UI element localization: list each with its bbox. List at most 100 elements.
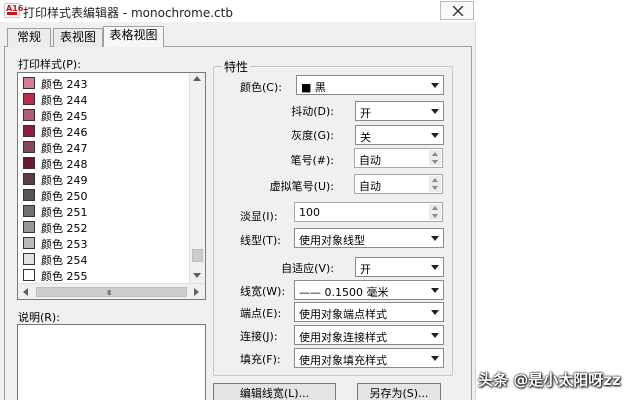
chevron-down-icon — [431, 109, 439, 114]
screening-spinner[interactable]: 100 — [294, 202, 443, 222]
tab-general[interactable]: 常规 — [7, 28, 51, 47]
color-swatch — [23, 141, 35, 153]
virtual-pen-label: 虚拟笔号(U): — [269, 180, 334, 193]
style-name: 颜色 248 — [41, 158, 88, 171]
spin-up-icon[interactable] — [429, 150, 441, 158]
adaptive-dropdown[interactable]: 开 — [355, 257, 444, 277]
list-item[interactable]: 颜色 255 — [21, 267, 188, 283]
screening-label: 淡显(I): — [240, 210, 278, 223]
description-field[interactable] — [17, 324, 206, 400]
virtual-pen-spinner[interactable]: 自动 — [354, 174, 443, 194]
joinstyle-value: 使用对象连接样式 — [299, 331, 387, 344]
color-swatch — [23, 93, 35, 105]
dither-dropdown[interactable]: 开 — [355, 101, 444, 121]
scroll-left-icon[interactable] — [23, 288, 28, 296]
grayscale-dropdown[interactable]: 关 — [355, 125, 444, 145]
properties-group-title: 特性 — [222, 58, 251, 75]
dither-label: 抖动(D): — [291, 105, 334, 118]
linetype-label: 线型(T): — [240, 234, 282, 247]
style-name: 颜色 251 — [41, 206, 88, 219]
list-item[interactable]: 颜色 246 — [21, 123, 188, 139]
style-name: 颜色 247 — [41, 142, 88, 155]
fillstyle-label: 填充(F): — [240, 353, 281, 366]
color-swatch — [23, 125, 35, 137]
style-name: 颜色 246 — [41, 126, 88, 139]
scroll-up-icon[interactable] — [193, 76, 201, 81]
color-swatch — [23, 173, 35, 185]
adaptive-label: 自适应(V): — [281, 262, 334, 275]
list-item[interactable]: 颜色 252 — [21, 219, 188, 235]
chevron-down-icon — [431, 83, 439, 88]
grip-icon: III — [107, 289, 111, 297]
spin-down-icon[interactable] — [429, 212, 441, 220]
chevron-down-icon — [431, 133, 439, 138]
style-name: 颜色 249 — [41, 174, 88, 187]
chevron-down-icon — [431, 310, 439, 315]
style-name: 颜色 244 — [41, 94, 88, 107]
chevron-down-icon — [431, 288, 439, 293]
chevron-down-icon — [431, 236, 439, 241]
style-name: 颜色 252 — [41, 222, 88, 235]
joinstyle-dropdown[interactable]: 使用对象连接样式 — [294, 325, 444, 345]
virtual-pen-value: 自动 — [359, 180, 381, 193]
chevron-down-icon — [431, 333, 439, 338]
pen-number-spinner[interactable]: 自动 — [354, 148, 443, 168]
color-dropdown[interactable]: ■ 黑 — [296, 75, 444, 95]
endstyle-label: 端点(E): — [240, 307, 282, 320]
color-swatch — [23, 109, 35, 121]
plot-styles-list[interactable]: 颜色 243 颜色 244 颜色 245 颜色 246 颜色 247 颜色 24… — [17, 72, 206, 300]
pen-number-value: 自动 — [359, 154, 381, 167]
horizontal-scrollbar[interactable]: III — [18, 283, 205, 299]
color-swatch — [23, 253, 35, 265]
scroll-right-icon[interactable] — [194, 288, 199, 296]
endstyle-dropdown[interactable]: 使用对象端点样式 — [294, 302, 444, 322]
tab-form-view[interactable]: 表格视图 — [103, 26, 164, 47]
pen-number-label: 笔号(#): — [290, 154, 334, 167]
edit-lineweights-button[interactable]: 编辑线宽(L)... — [213, 383, 336, 400]
spin-up-icon[interactable] — [429, 204, 441, 212]
color-swatch — [23, 157, 35, 169]
color-swatch — [23, 269, 35, 281]
list-item[interactable]: 颜色 243 — [21, 75, 188, 91]
list-item[interactable]: 颜色 254 — [21, 251, 188, 267]
horizontal-scroll-thumb[interactable]: III — [36, 287, 187, 297]
plot-styles-label: 打印样式(P): — [18, 58, 81, 71]
color-label: 颜色(C): — [240, 81, 282, 94]
color-swatch — [23, 205, 35, 217]
style-name: 颜色 253 — [41, 238, 88, 251]
list-item[interactable]: 颜色 253 — [21, 235, 188, 251]
save-as-button[interactable]: 另存为(S)... — [357, 383, 441, 400]
list-item[interactable]: 颜色 249 — [21, 171, 188, 187]
spin-up-icon[interactable] — [429, 176, 441, 184]
vertical-scroll-thumb[interactable] — [192, 249, 203, 262]
color-swatch — [23, 77, 35, 89]
scroll-down-icon[interactable] — [193, 273, 201, 278]
list-item[interactable]: 颜色 251 — [21, 203, 188, 219]
color-swatch — [23, 189, 35, 201]
list-item[interactable]: 颜色 245 — [21, 107, 188, 123]
style-name: 颜色 254 — [41, 254, 88, 267]
vertical-scrollbar[interactable] — [189, 73, 205, 283]
autocad-app-icon: A16 — [4, 3, 23, 18]
list-item[interactable]: 颜色 250 — [21, 187, 188, 203]
list-item[interactable]: 颜色 247 — [21, 139, 188, 155]
style-name: 颜色 255 — [41, 270, 88, 283]
linetype-value: 使用对象线型 — [299, 234, 365, 247]
fillstyle-dropdown[interactable]: 使用对象填充样式 — [294, 348, 444, 368]
screening-value: 100 — [299, 206, 320, 219]
tab-table-view[interactable]: 表视图 — [53, 28, 103, 47]
endstyle-value: 使用对象端点样式 — [299, 308, 387, 321]
spin-down-icon[interactable] — [429, 184, 441, 192]
linetype-dropdown[interactable]: 使用对象线型 — [294, 228, 444, 248]
spin-down-icon[interactable] — [429, 158, 441, 166]
joinstyle-label: 连接(J): — [240, 330, 278, 343]
close-icon — [452, 6, 464, 16]
list-item[interactable]: 颜色 244 — [21, 91, 188, 107]
list-item[interactable]: 颜色 248 — [21, 155, 188, 171]
plot-style-editor-window: A16 打印样式表编辑器 - monochrome.ctb 常规 表视图 表格视… — [0, 0, 476, 400]
color-swatch — [23, 221, 35, 233]
lineweight-label: 线宽(W): — [240, 285, 286, 298]
lineweight-dropdown[interactable]: —— 0.1500 毫米 — [294, 280, 444, 300]
close-button[interactable] — [440, 1, 474, 20]
dither-value: 开 — [360, 107, 371, 120]
